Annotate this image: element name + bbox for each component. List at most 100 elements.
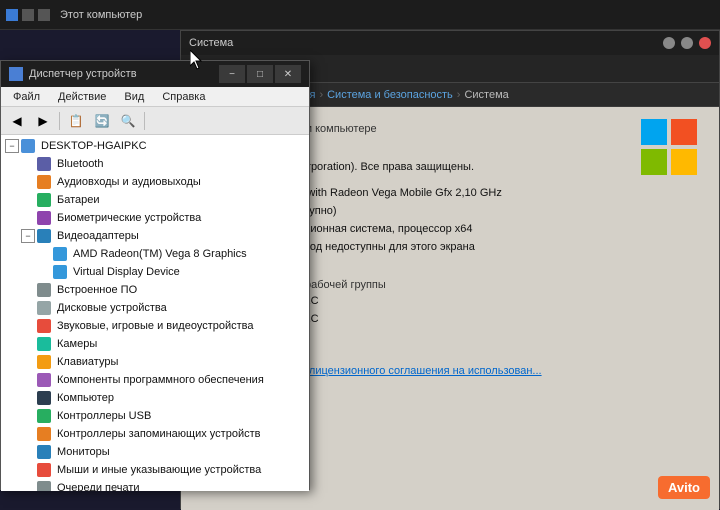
tree-item-label: Звуковые, игровые и видеоустройства — [55, 320, 254, 332]
tree-expand-spacer — [21, 337, 35, 351]
device-icon — [37, 391, 51, 405]
tree-item-label: Видеоадаптеры — [55, 230, 139, 242]
tree-item[interactable]: Звуковые, игровые и видеоустройства — [1, 317, 309, 335]
taskbar-icon2 — [22, 9, 34, 21]
devmgr-minimize[interactable]: − — [219, 65, 245, 83]
toolbar-properties[interactable]: 📋 — [64, 110, 88, 132]
tree-expand-spacer — [21, 409, 35, 423]
devmgr-toolbar: ◀ ▶ 📋 🔄 🔍 — [1, 107, 309, 135]
devmgr-menubar: Файл Действие Вид Справка — [1, 87, 309, 107]
tree-expand-btn[interactable]: − — [21, 229, 35, 243]
toolbar-sep2 — [144, 112, 145, 130]
menu-action[interactable]: Действие — [50, 87, 114, 107]
device-icon — [37, 463, 51, 477]
tree-item-label: DESKTOP-HGAIPKC — [39, 140, 147, 152]
tree-item-label: Клавиатуры — [55, 356, 118, 368]
device-icon — [53, 247, 67, 261]
device-icon — [37, 193, 51, 207]
tree-expand-spacer — [37, 265, 51, 279]
device-icon — [37, 211, 51, 225]
tree-item-label: Мыши и иные указывающие устройства — [55, 464, 261, 476]
menu-view[interactable]: Вид — [116, 87, 152, 107]
device-manager-window: Диспетчер устройств − □ ✕ Файл Действие … — [0, 60, 310, 490]
tree-item[interactable]: Встроенное ПО — [1, 281, 309, 299]
tree-expand-spacer — [21, 319, 35, 333]
menu-file[interactable]: Файл — [5, 87, 48, 107]
tree-item-label: Bluetooth — [55, 158, 103, 170]
toolbar-scan[interactable]: 🔍 — [116, 110, 140, 132]
taskbar-icon3 — [38, 9, 50, 21]
device-icon — [37, 337, 51, 351]
tree-expand-spacer — [21, 463, 35, 477]
tree-item[interactable]: Камеры — [1, 335, 309, 353]
windows-logo — [639, 117, 699, 177]
device-icon — [53, 265, 67, 279]
device-icon — [37, 319, 51, 333]
tree-item-label: Батареи — [55, 194, 100, 206]
tree-item[interactable]: Контроллеры запоминающих устройств — [1, 425, 309, 443]
tree-expand-spacer — [37, 247, 51, 261]
tree-expand-spacer — [21, 175, 35, 189]
devmgr-close[interactable]: ✕ — [275, 65, 301, 83]
tree-item[interactable]: Bluetooth — [1, 155, 309, 173]
tree-expand-spacer — [21, 445, 35, 459]
tree-item[interactable]: Мониторы — [1, 443, 309, 461]
tree-item[interactable]: Дисковые устройства — [1, 299, 309, 317]
tree-expand-spacer — [21, 193, 35, 207]
tree-item-label: Контроллеры запоминающих устройств — [55, 428, 260, 440]
tree-expand-spacer — [21, 301, 35, 315]
device-icon — [37, 427, 51, 441]
taskbar-top: Этот компьютер — [0, 0, 720, 30]
devmgr-tree: − DESKTOP-HGAIPKC Bluetooth Аудиовходы и ау… — [1, 135, 309, 491]
toolbar-update[interactable]: 🔄 — [90, 110, 114, 132]
tree-item-label: Биометрические устройства — [55, 212, 201, 224]
device-icon — [37, 157, 51, 171]
device-icon — [37, 301, 51, 315]
tree-item[interactable]: Мыши и иные указывающие устройства — [1, 461, 309, 479]
tree-item-label: Компоненты программного обеспечения — [55, 374, 264, 386]
tree-item[interactable]: Биометрические устройства — [1, 209, 309, 227]
device-icon — [37, 409, 51, 423]
taskbar-icon — [6, 9, 18, 21]
minimize-button[interactable] — [663, 37, 675, 49]
devmgr-maximize[interactable]: □ — [247, 65, 273, 83]
toolbar-sep1 — [59, 112, 60, 130]
tree-item[interactable]: Очереди печати — [1, 479, 309, 491]
close-button[interactable] — [699, 37, 711, 49]
devmgr-controls: − □ ✕ — [219, 65, 301, 83]
device-icon — [37, 373, 51, 387]
device-icon — [21, 139, 35, 153]
tree-item-label: AMD Radeon(TM) Vega 8 Graphics — [71, 248, 247, 260]
tree-item-label: Virtual Display Device — [71, 266, 180, 278]
tree-item-label: Дисковые устройства — [55, 302, 167, 314]
menu-help[interactable]: Справка — [154, 87, 213, 107]
tree-expand-spacer — [21, 481, 35, 491]
tree-expand-spacer — [21, 157, 35, 171]
tree-item[interactable]: Батареи — [1, 191, 309, 209]
tree-item[interactable]: AMD Radeon(TM) Vega 8 Graphics — [1, 245, 309, 263]
tree-item[interactable]: Контроллеры USB — [1, 407, 309, 425]
toolbar-back[interactable]: ◀ — [5, 110, 29, 132]
tree-item[interactable]: − Видеоадаптеры — [1, 227, 309, 245]
tree-expand-spacer — [21, 283, 35, 297]
tree-expand-btn[interactable]: − — [5, 139, 19, 153]
tree-expand-spacer — [21, 391, 35, 405]
tree-item-label: Очереди печати — [55, 482, 140, 491]
devmgr-icon — [9, 67, 23, 81]
tree-item[interactable]: Аудиовходы и аудиовыходы — [1, 173, 309, 191]
tree-item[interactable]: Компьютер — [1, 389, 309, 407]
tree-item[interactable]: − DESKTOP-HGAIPKC — [1, 137, 309, 155]
tree-item-label: Встроенное ПО — [55, 284, 137, 296]
toolbar-forward[interactable]: ▶ — [31, 110, 55, 132]
tree-item[interactable]: Компоненты программного обеспечения — [1, 371, 309, 389]
tree-item-label: Контроллеры USB — [55, 410, 151, 422]
device-icon — [37, 229, 51, 243]
tree-item-label: Аудиовходы и аудиовыходы — [55, 176, 201, 188]
tree-item-label: Камеры — [55, 338, 97, 350]
tree-item[interactable]: Virtual Display Device — [1, 263, 309, 281]
device-icon — [37, 481, 51, 491]
tree-item[interactable]: Клавиатуры — [1, 353, 309, 371]
breadcrumb-2[interactable]: Система и безопасность — [327, 89, 453, 101]
maximize-button[interactable] — [681, 37, 693, 49]
devmgr-titlebar: Диспетчер устройств − □ ✕ — [1, 61, 309, 87]
